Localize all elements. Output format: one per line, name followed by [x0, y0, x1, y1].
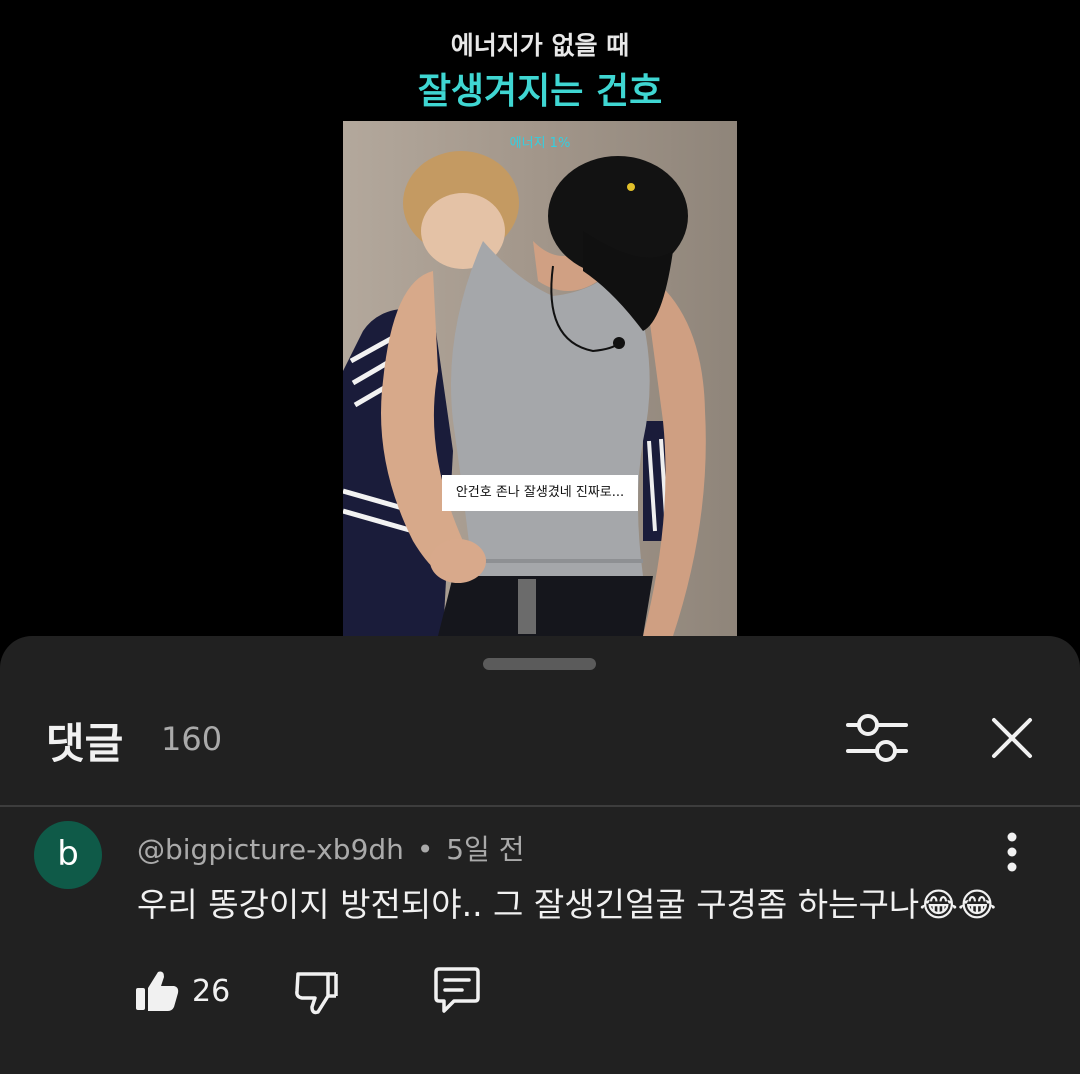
avatar[interactable]: b: [34, 821, 102, 889]
comment-time: 5일 전: [446, 833, 525, 866]
video-subtitle: 안건호 존나 잘생겼네 진짜로...: [442, 475, 638, 511]
more-vertical-icon: [1007, 832, 1017, 872]
meta-separator: •: [416, 833, 434, 866]
close-icon: [992, 718, 1032, 758]
comment-more-button[interactable]: [992, 830, 1032, 876]
filter-sliders-icon: [846, 714, 908, 762]
reply-button[interactable]: [430, 966, 484, 1016]
video-title-line1: 에너지가 없을 때: [450, 31, 630, 60]
energy-label: 에너지 1%: [509, 136, 571, 151]
comment-meta: @bigpicture-xb9dh • 5일 전: [137, 828, 524, 868]
drag-handle[interactable]: [483, 658, 596, 670]
video-player[interactable]: 에너지가 없을 때 잘생겨지는 건호 에너지 1% 안건호 존나 잘생겼네 진짜…: [0, 0, 1080, 640]
header-divider: [0, 805, 1080, 807]
thumbs-up-icon: [136, 971, 179, 1011]
like-count: 26: [192, 974, 231, 1009]
comments-title: 댓글: [46, 719, 124, 768]
comment-text: 우리 똥강이지 방전되야.. 그 잘생긴얼굴 구경좀 하는구나😂😂: [137, 885, 997, 924]
comments-count: 160: [161, 720, 223, 758]
video-frame: 에너지 1% 안건호 존나 잘생겼네 진짜로...: [343, 121, 737, 636]
like-button[interactable]: [134, 968, 180, 1014]
close-button[interactable]: [982, 708, 1042, 768]
comments-sheet: 댓글 160 b @bigpicture-xb9dh • 5일 전 우리 똥강이…: [0, 636, 1080, 1074]
reply-icon: [434, 967, 480, 1013]
video-scene-image: [343, 121, 737, 636]
sort-filter-button[interactable]: [842, 708, 912, 768]
video-title-line2: 잘생겨지는 건호: [417, 71, 663, 112]
thumbs-down-icon: [295, 972, 338, 1015]
dislike-button[interactable]: [292, 968, 340, 1016]
comment-author[interactable]: @bigpicture-xb9dh: [137, 833, 404, 866]
